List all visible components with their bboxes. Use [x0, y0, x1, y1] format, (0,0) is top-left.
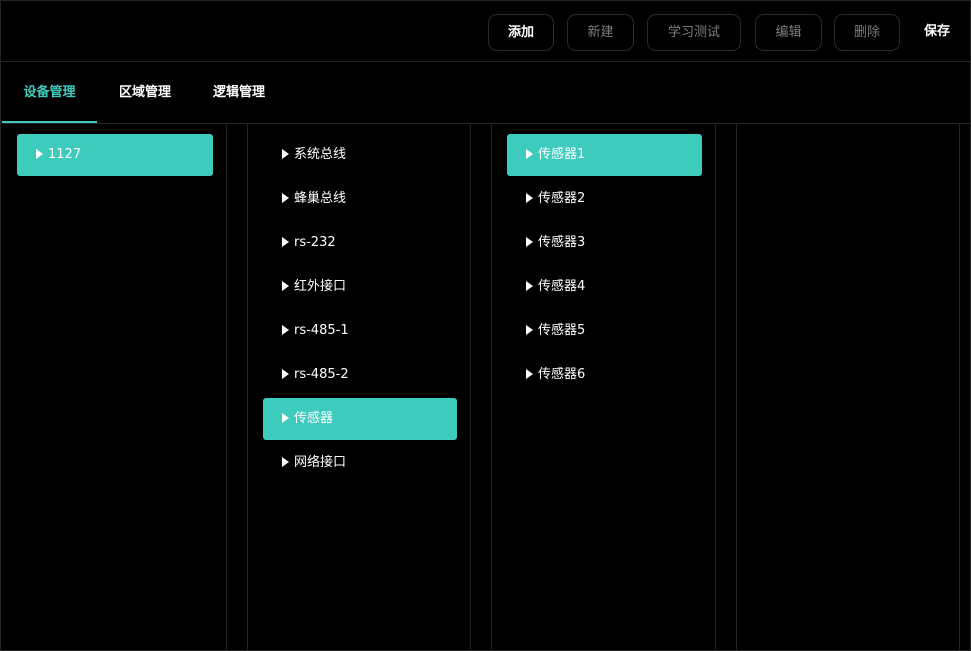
caret-right-icon	[282, 369, 289, 379]
caret-right-icon	[36, 149, 43, 159]
toolbar: 添加 新建 学习测试 编辑 删除 保存	[0, 0, 971, 62]
edit-button[interactable]: 编辑	[755, 14, 822, 51]
tab-bar: 设备管理 区域管理 逻辑管理	[0, 62, 971, 124]
list-item[interactable]: rs-485-2	[263, 354, 457, 396]
list-item-label: 红外接口	[294, 279, 347, 294]
list-item[interactable]: 传感器5	[507, 310, 702, 352]
active-tab-indicator	[2, 121, 97, 123]
list-item[interactable]: 蜂巢总线	[263, 178, 457, 220]
list-item[interactable]: 网络接口	[263, 442, 457, 484]
list-item[interactable]: 红外接口	[263, 266, 457, 308]
new-button[interactable]: 新建	[567, 14, 634, 51]
list-item[interactable]: 系统总线	[263, 134, 457, 176]
caret-right-icon	[526, 325, 533, 335]
list-item[interactable]: 传感器3	[507, 222, 702, 264]
list-item[interactable]: 传感器6	[507, 354, 702, 396]
list-item-label: 传感器4	[538, 279, 586, 294]
list-item[interactable]: 传感器2	[507, 178, 702, 220]
caret-right-icon	[526, 193, 533, 203]
add-button[interactable]: 添加	[488, 14, 554, 51]
caret-right-icon	[282, 413, 289, 423]
column-divider	[247, 124, 248, 651]
caret-right-icon	[526, 369, 533, 379]
column-divider	[226, 124, 227, 651]
detail-panel	[737, 124, 959, 651]
column-divider	[715, 124, 716, 651]
caret-right-icon	[282, 457, 289, 467]
caret-right-icon	[526, 281, 533, 291]
list-item-label: rs-232	[294, 235, 336, 250]
device-item-1127[interactable]: 1127	[17, 134, 213, 176]
caret-right-icon	[526, 237, 533, 247]
learn-test-button[interactable]: 学习测试	[647, 14, 741, 51]
list-item-label: 网络接口	[294, 455, 347, 470]
list-item[interactable]: rs-485-1	[263, 310, 457, 352]
list-item-label: 传感器1	[538, 147, 586, 162]
list-item-label: 传感器2	[538, 191, 586, 206]
tab-device-management[interactable]: 设备管理	[2, 62, 97, 123]
column-divider	[491, 124, 492, 651]
caret-right-icon	[526, 149, 533, 159]
list-item[interactable]: rs-232	[263, 222, 457, 264]
list-item-label: 蜂巢总线	[294, 191, 347, 206]
list-item-label: 传感器	[294, 411, 334, 426]
caret-right-icon	[282, 193, 289, 203]
tab-area-management[interactable]: 区域管理	[106, 62, 184, 123]
list-item[interactable]: 传感器4	[507, 266, 702, 308]
delete-button[interactable]: 删除	[834, 14, 900, 51]
caret-right-icon	[282, 281, 289, 291]
list-item-label: 系统总线	[294, 147, 347, 162]
caret-right-icon	[282, 325, 289, 335]
list-item-label: 传感器6	[538, 367, 586, 382]
list-item-label: 1127	[48, 147, 82, 162]
save-button[interactable]: 保存	[912, 14, 962, 51]
list-item[interactable]: 传感器	[263, 398, 457, 440]
list-item-label: rs-485-2	[294, 367, 349, 382]
list-item-label: rs-485-1	[294, 323, 349, 338]
list-item-label: 传感器3	[538, 235, 586, 250]
column-divider	[470, 124, 471, 651]
caret-right-icon	[282, 149, 289, 159]
tab-logic-management[interactable]: 逻辑管理	[200, 62, 278, 123]
caret-right-icon	[282, 237, 289, 247]
list-item[interactable]: 传感器1	[507, 134, 702, 176]
list-item-label: 传感器5	[538, 323, 586, 338]
column-divider	[959, 124, 960, 651]
